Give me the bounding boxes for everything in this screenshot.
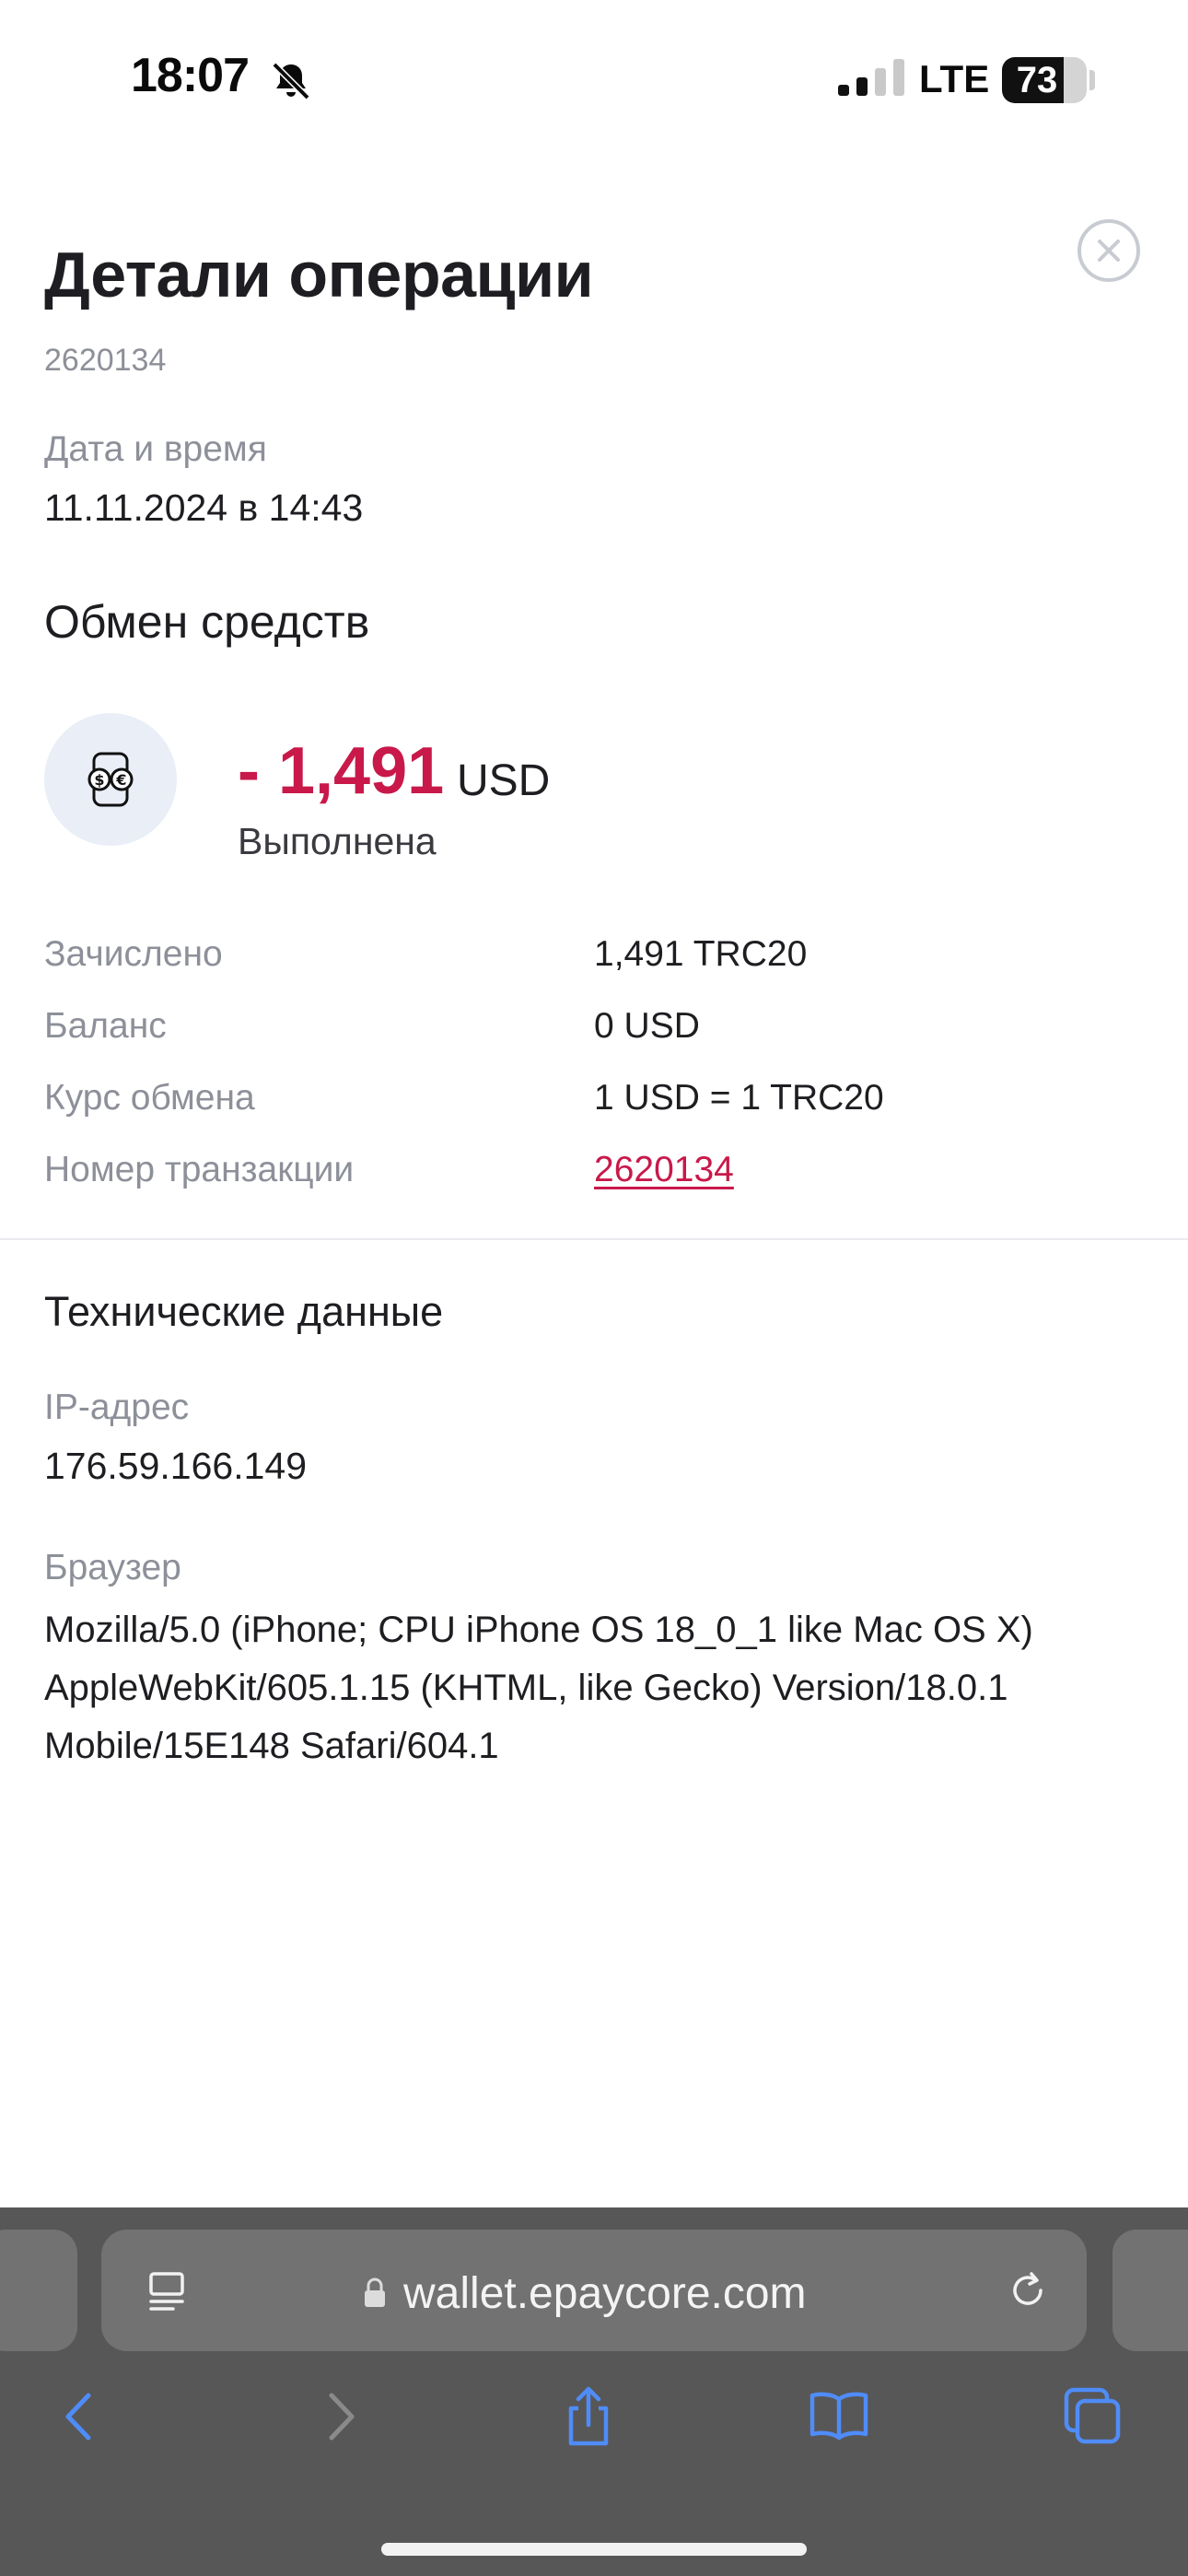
reload-icon[interactable] [1004,2266,1052,2314]
page-title: Детали операции [44,239,594,310]
datetime-label: Дата и время [44,429,267,469]
share-icon[interactable] [556,2384,621,2449]
datetime-value: 11.11.2024 в 14:43 [44,486,364,529]
exchange-rate-label: Курс обмена [44,1078,255,1118]
bell-slash-icon [272,62,310,100]
browser-label: Браузер [44,1548,181,1587]
operation-id: 2620134 [44,343,167,378]
exchange-rate-value: 1 USD = 1 TRC20 [594,1078,884,1118]
credited-value: 1,491 TRC20 [594,934,808,974]
ip-label: IP-адрес [44,1388,190,1427]
operation-type: Обмен средств [44,596,370,648]
svg-text:€: € [115,771,126,789]
operation-currency: USD [457,756,551,805]
bookmarks-icon[interactable] [807,2384,871,2449]
status-time: 18:07 [131,49,250,102]
exchange-icon: $ € [44,713,177,846]
operation-amount: - 1,491 [238,734,445,808]
home-indicator [381,2543,807,2556]
url-text[interactable]: wallet.epaycore.com [403,2268,807,2319]
operation-status: Выполнена [238,820,437,862]
lock-icon [365,2277,385,2307]
signal-icon [838,59,904,96]
ip-value: 176.59.166.149 [44,1445,307,1487]
close-icon [1098,240,1120,262]
tabs-icon[interactable] [1061,2384,1125,2449]
divider [0,1238,1188,1240]
battery-level: 73 [1016,60,1058,100]
battery-tip [1089,70,1095,90]
forward-icon[interactable] [308,2384,372,2449]
technical-title: Технические данные [44,1288,444,1335]
next-tab[interactable] [1112,2230,1188,2351]
back-icon[interactable] [48,2384,112,2449]
transaction-number-link[interactable]: 2620134 [594,1150,734,1190]
reader-icon[interactable] [146,2268,192,2314]
balance-value: 0 USD [594,1006,700,1046]
network-type: LTE [919,57,990,100]
svg-text:$: $ [94,771,104,789]
browser-value: Mozilla/5.0 (iPhone; CPU iPhone OS 18_0_… [44,1610,1033,1766]
transaction-number-label: Номер транзакции [44,1150,355,1189]
credited-label: Зачислено [44,934,223,974]
balance-label: Баланс [44,1006,167,1046]
previous-tab[interactable] [0,2230,77,2351]
close-button[interactable] [1077,219,1140,282]
